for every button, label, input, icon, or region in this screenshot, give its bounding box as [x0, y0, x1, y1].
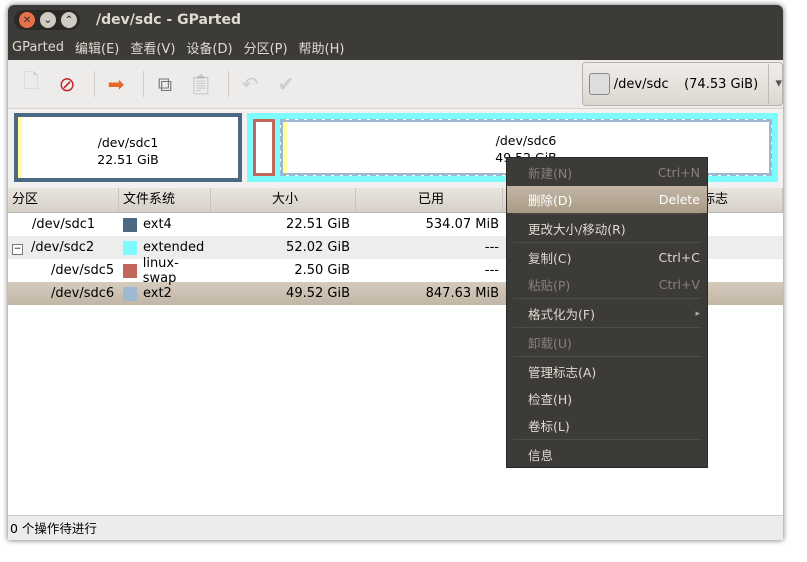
menu-view[interactable]: 查看(V)	[130, 38, 175, 57]
menu-item-check[interactable]: 检查(H)	[507, 385, 707, 412]
undo-icon[interactable]: ↶	[235, 69, 265, 99]
copy-icon[interactable]: ⧉	[150, 69, 180, 99]
menu-item-label[interactable]: 卷标(L)	[507, 412, 707, 439]
menu-item-information[interactable]: 信息	[507, 441, 707, 468]
menu-item-resize-move[interactable]: 更改大小/移动(R)	[507, 215, 707, 242]
menu-help[interactable]: 帮助(H)	[299, 38, 345, 57]
menu-edit[interactable]: 编辑(E)	[75, 38, 119, 57]
apply-icon[interactable]: ✔	[271, 69, 301, 99]
cell-filesystem: extended	[143, 240, 205, 255]
menu-item-format[interactable]: 格式化为(F) ▸	[507, 300, 707, 327]
menu-item-new[interactable]: 新建(N) Ctrl+N	[507, 159, 707, 186]
menu-gparted[interactable]: GParted	[12, 40, 64, 55]
fs-color-swatch	[123, 240, 137, 255]
separator	[513, 213, 701, 214]
menu-item-paste[interactable]: 粘贴(P) Ctrl+V	[507, 271, 707, 298]
cell-partition: /dev/sdc1	[32, 217, 96, 232]
menu-item-unmount[interactable]: 卸载(U)	[507, 329, 707, 356]
cell-partition: /dev/sdc5	[51, 263, 115, 278]
fs-color-swatch	[123, 286, 137, 301]
cell-used: ---	[484, 240, 499, 255]
fs-color-swatch	[123, 263, 137, 278]
column-filesystem[interactable]: 文件系统	[119, 188, 211, 212]
separator	[513, 298, 701, 299]
cell-size: 52.02 GiB	[286, 240, 350, 255]
menubar: GParted 编辑(E) 查看(V) 设备(D) 分区(P) 帮助(H)	[8, 35, 783, 60]
cell-partition: /dev/sdc6	[51, 286, 115, 301]
cell-partition: /dev/sdc2	[31, 240, 95, 255]
context-menu: 新建(N) Ctrl+N 删除(D) Delete 更改大小/移动(R) 复制(C)…	[506, 157, 708, 468]
separator	[143, 71, 144, 97]
separator	[228, 71, 229, 97]
column-partition[interactable]: 分区	[8, 188, 119, 212]
device-name: /dev/sdc	[613, 76, 669, 92]
menu-item-copy[interactable]: 复制(C) Ctrl+C	[507, 244, 707, 271]
window-title: /dev/sdc - GParted	[96, 12, 242, 28]
menu-device[interactable]: 设备(D)	[186, 38, 232, 57]
minimize-icon[interactable]: ⌄	[40, 12, 56, 28]
separator	[94, 71, 95, 97]
cell-size: 2.50 GiB	[294, 263, 350, 278]
partition-name: /dev/sdc1	[97, 135, 159, 150]
cell-filesystem: linux-swap	[142, 255, 179, 286]
separator	[513, 242, 701, 243]
partition-name: /dev/sdc6	[495, 133, 557, 148]
cell-size: 49.52 GiB	[286, 286, 350, 301]
resize-move-icon[interactable]: ➡	[101, 69, 131, 99]
column-size[interactable]: 大小	[211, 188, 356, 212]
status-bar: 0 个操作待进行	[8, 515, 783, 540]
column-used[interactable]: 已用	[356, 188, 503, 212]
separator	[513, 356, 701, 357]
cell-used: 847.63 MiB	[425, 286, 499, 301]
column-flags[interactable]: 标志	[698, 188, 783, 212]
cell-filesystem: ext4	[143, 217, 172, 232]
partition-block-sdc5[interactable]	[253, 119, 275, 176]
harddisk-icon	[589, 73, 610, 95]
delete-icon[interactable]: ⊘	[52, 69, 82, 99]
maximize-icon[interactable]: ⌃	[61, 12, 77, 28]
paste-icon[interactable]: 📋︎	[186, 69, 216, 99]
chevron-down-icon: ▾	[768, 64, 782, 104]
device-selector[interactable]: /dev/sdc (74.53 GiB) ▾	[582, 62, 783, 106]
device-size: (74.53 GiB)	[684, 76, 759, 92]
collapse-icon[interactable]: −	[12, 244, 23, 255]
separator	[513, 327, 701, 328]
title-bar: ✕ ⌄ ⌃ /dev/sdc - GParted	[8, 5, 783, 35]
partition-block-sdc1[interactable]: /dev/sdc1 22.51 GiB	[14, 113, 242, 182]
new-partition-icon[interactable]: 🗋	[16, 69, 46, 99]
submenu-arrow-icon: ▸	[695, 308, 700, 319]
fs-color-swatch	[123, 217, 137, 232]
close-icon[interactable]: ✕	[19, 12, 35, 28]
cell-used: 534.07 MiB	[425, 217, 499, 232]
menu-partition[interactable]: 分区(P)	[244, 38, 288, 57]
menu-item-delete[interactable]: 删除(D) Delete	[507, 186, 707, 213]
cell-used: ---	[484, 263, 499, 278]
cell-size: 22.51 GiB	[286, 217, 350, 232]
separator	[513, 439, 701, 440]
cell-filesystem: ext2	[143, 286, 172, 301]
menu-item-manage-flags[interactable]: 管理标志(A)	[507, 358, 707, 385]
partition-size: 22.51 GiB	[97, 152, 159, 167]
